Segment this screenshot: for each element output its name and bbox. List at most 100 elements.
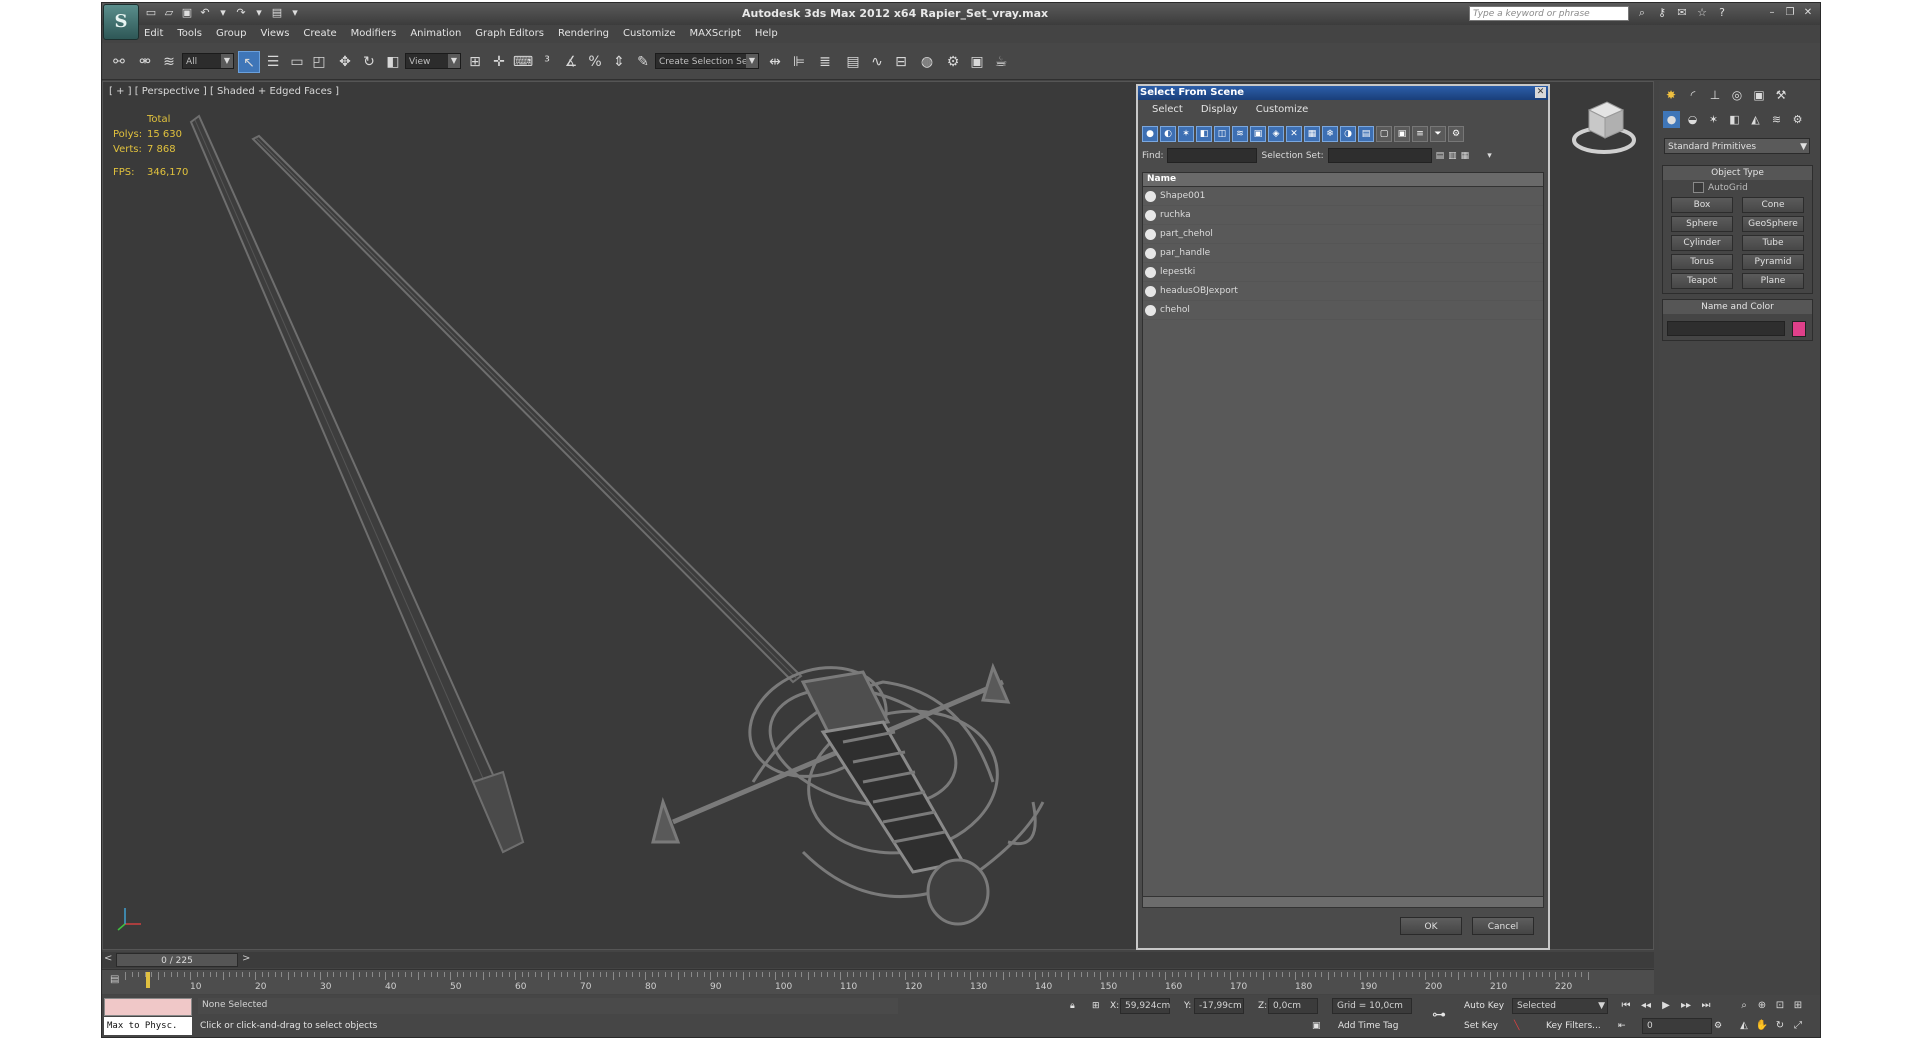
scale-icon[interactable]: ◧ xyxy=(382,51,404,73)
edit-named-selection-icon[interactable]: ✎ xyxy=(632,51,654,73)
geometry-filter-icon[interactable]: ● xyxy=(1142,126,1158,142)
menu-edit[interactable]: Edit xyxy=(144,26,163,42)
column-header-name[interactable]: Name xyxy=(1143,173,1543,187)
systems-category-icon[interactable]: ⚙ xyxy=(1789,111,1806,128)
dialog-menu-display[interactable]: Display xyxy=(1201,100,1238,120)
menu-graph-editors[interactable]: Graph Editors xyxy=(475,26,544,42)
menu-create[interactable]: Create xyxy=(303,26,336,42)
list-item[interactable]: ruchka xyxy=(1143,206,1543,225)
object-color-swatch[interactable] xyxy=(1792,321,1806,337)
containers-filter-icon[interactable]: ▦ xyxy=(1304,126,1320,142)
reference-coordinate-dropdown[interactable]: View ▼ xyxy=(405,53,461,69)
chevron-down-icon[interactable]: ▾ xyxy=(1487,151,1492,161)
spacewarps-filter-icon[interactable]: ≋ xyxy=(1232,126,1248,142)
menu-maxscript[interactable]: MAXScript xyxy=(690,26,741,42)
time-tag-icon[interactable]: ▣ xyxy=(1312,1018,1321,1034)
name-and-color-title[interactable]: Name and Color xyxy=(1663,300,1812,314)
align-icon[interactable]: ⊫ xyxy=(788,51,810,73)
qat-menu-icon[interactable]: ▾ xyxy=(288,6,302,20)
cameras-category-icon[interactable]: ◧ xyxy=(1726,111,1743,128)
menu-group[interactable]: Group xyxy=(216,26,246,42)
list-item[interactable]: part_chehol xyxy=(1143,225,1543,244)
menu-tools[interactable]: Tools xyxy=(177,26,202,42)
y-coordinate-field[interactable]: -17,99cm xyxy=(1194,998,1244,1014)
maxscript-listener-input[interactable]: Max to Physc. xyxy=(104,1017,192,1035)
rectangular-region-icon[interactable]: ▭ xyxy=(286,51,308,73)
rendered-frame-window-icon[interactable]: ▣ xyxy=(966,51,988,73)
menu-animation[interactable]: Animation xyxy=(410,26,461,42)
key-mode-toggle-icon[interactable]: ⇤ xyxy=(1618,1018,1626,1034)
remove-selection-set-icon[interactable]: ▦ xyxy=(1461,151,1470,161)
zoom-extents-icon[interactable]: ⊡ xyxy=(1771,998,1789,1014)
close-icon[interactable]: ✕ xyxy=(1800,6,1816,20)
window-crossing-icon[interactable]: ◰ xyxy=(308,51,330,73)
set-key-red-icon[interactable]: ╲ xyxy=(1514,1018,1519,1034)
plane-button[interactable]: Plane xyxy=(1742,273,1804,289)
subscription-icon[interactable]: ⚷ xyxy=(1655,6,1669,20)
pan-icon[interactable]: ✋ xyxy=(1753,1018,1771,1034)
zoom-icon[interactable]: ⌕ xyxy=(1735,998,1753,1014)
menu-customize[interactable]: Customize xyxy=(623,26,676,42)
render-production-icon[interactable]: ☕ xyxy=(990,51,1012,73)
undo-icon[interactable]: ↶ xyxy=(198,6,212,20)
x-coordinate-field[interactable]: 59,924cm xyxy=(1120,998,1170,1014)
helpers-filter-icon[interactable]: ◫ xyxy=(1214,126,1230,142)
cancel-button[interactable]: Cancel xyxy=(1472,917,1534,935)
render-setup-icon[interactable]: ⚙ xyxy=(942,51,964,73)
dialog-menu-customize[interactable]: Customize xyxy=(1256,100,1309,120)
geometry-category-icon[interactable]: ● xyxy=(1663,111,1680,128)
dialog-menu-select[interactable]: Select xyxy=(1152,100,1183,120)
communication-icon[interactable]: ✉ xyxy=(1675,6,1689,20)
invert-display-icon[interactable]: ▣ xyxy=(1394,126,1410,142)
bones-filter-icon[interactable]: ✕ xyxy=(1286,126,1302,142)
play-icon[interactable]: ▶ xyxy=(1658,998,1674,1014)
modify-tab-icon[interactable]: ◜ xyxy=(1685,87,1701,103)
orbit-icon[interactable]: ↻ xyxy=(1771,1018,1789,1034)
geosphere-button[interactable]: GeoSphere xyxy=(1742,216,1804,232)
menu-modifiers[interactable]: Modifiers xyxy=(351,26,397,42)
previous-key-icon[interactable]: ◂◂ xyxy=(1638,998,1654,1014)
layer-manager-icon[interactable]: ≣ xyxy=(814,51,836,73)
dialog-close-icon[interactable]: ✕ xyxy=(1535,87,1546,98)
box-button[interactable]: Box xyxy=(1671,197,1733,213)
app-logo[interactable]: S xyxy=(103,4,139,40)
spacewarps-category-icon[interactable]: ≋ xyxy=(1768,111,1785,128)
go-to-end-icon[interactable]: ⏭ xyxy=(1698,998,1714,1014)
cameras-filter-icon[interactable]: ◧ xyxy=(1196,126,1212,142)
new-file-icon[interactable]: ▭ xyxy=(144,6,158,20)
zoom-all-icon[interactable]: ⊕ xyxy=(1753,998,1771,1014)
graphite-ribbon-icon[interactable]: ▤ xyxy=(842,51,864,73)
shapes-category-icon[interactable]: ◒ xyxy=(1684,111,1701,128)
list-item[interactable]: lepestki xyxy=(1143,263,1543,282)
selection-set-dropdown[interactable] xyxy=(1327,148,1432,163)
time-slider-thumb[interactable]: 0 / 225 xyxy=(116,953,238,967)
material-editor-icon[interactable]: ◍ xyxy=(916,51,938,73)
create-tab-icon[interactable]: ✸ xyxy=(1663,87,1679,103)
mirror-icon[interactable]: ⇹ xyxy=(764,51,786,73)
frozen-filter-icon[interactable]: ❄ xyxy=(1322,126,1338,142)
menu-views[interactable]: Views xyxy=(260,26,289,42)
display-all-icon[interactable]: ▤ xyxy=(1358,126,1374,142)
helpers-category-icon[interactable]: ◭ xyxy=(1747,111,1764,128)
next-key-icon[interactable]: ▸▸ xyxy=(1678,998,1694,1014)
curve-editor-icon[interactable]: ∿ xyxy=(866,51,888,73)
save-icon[interactable]: ▣ xyxy=(180,6,194,20)
utilities-tab-icon[interactable]: ⚒ xyxy=(1773,87,1789,103)
display-none-icon[interactable]: ▢ xyxy=(1376,126,1392,142)
rotate-icon[interactable]: ↻ xyxy=(358,51,380,73)
cone-button[interactable]: Cone xyxy=(1742,197,1804,213)
restore-icon[interactable]: ❐ xyxy=(1782,6,1798,20)
select-manipulate-icon[interactable]: ✛ xyxy=(488,51,510,73)
help-icon[interactable]: ? xyxy=(1715,6,1729,20)
z-coordinate-field[interactable]: 0,0cm xyxy=(1268,998,1318,1014)
motion-tab-icon[interactable]: ◎ xyxy=(1729,87,1745,103)
mini-curve-editor-icon[interactable]: ▤ xyxy=(110,974,119,985)
absolute-mode-icon[interactable]: ⊞ xyxy=(1092,998,1100,1014)
torus-button[interactable]: Torus xyxy=(1671,254,1733,270)
display-tab-icon[interactable]: ▣ xyxy=(1751,87,1767,103)
current-frame-field[interactable]: 0 xyxy=(1642,1018,1712,1034)
move-icon[interactable]: ✥ xyxy=(334,51,356,73)
field-of-view-icon[interactable]: ◭ xyxy=(1735,1018,1753,1034)
cylinder-button[interactable]: Cylinder xyxy=(1671,235,1733,251)
list-horizontal-scrollbar[interactable] xyxy=(1142,896,1544,908)
